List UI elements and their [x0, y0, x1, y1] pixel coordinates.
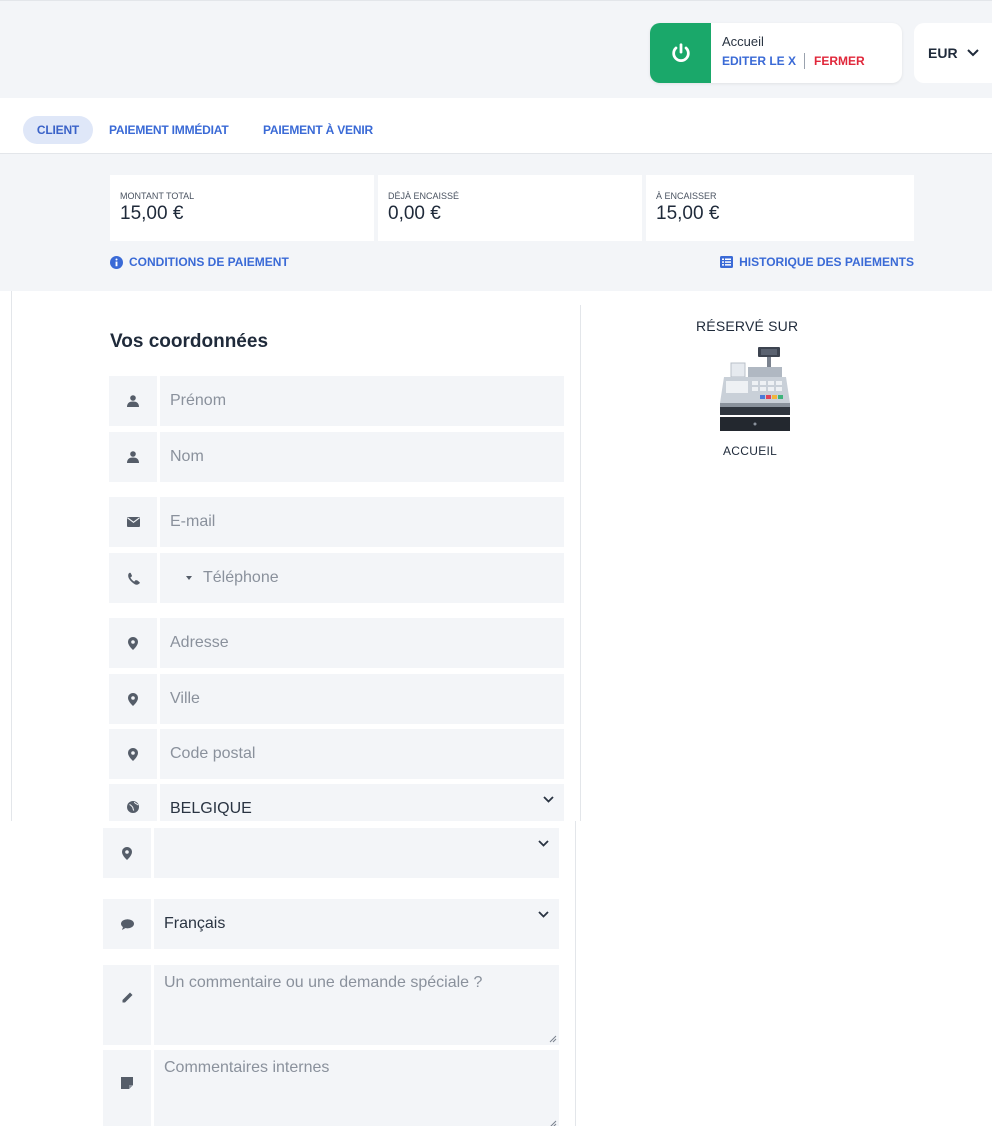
resize-grip-icon[interactable] — [549, 1120, 557, 1126]
sticky-note-icon — [103, 1050, 151, 1126]
currency-select[interactable]: EUR — [914, 23, 992, 83]
top-header: Accueil EDITER LE X FERMER EUR — [0, 0, 992, 98]
internal-comment-textarea[interactable]: Commentaires internes — [154, 1050, 559, 1126]
comment-textarea[interactable]: Un commentaire ou une demande spéciale ? — [154, 965, 559, 1045]
payment-summary: MONTANT TOTAL 15,00 € DÉJÀ ENCAISSÉ 0,00… — [0, 154, 992, 291]
city-input[interactable]: Ville — [160, 674, 564, 724]
resize-grip-icon[interactable] — [549, 1035, 557, 1043]
edit-x-link[interactable]: EDITER LE X — [722, 54, 796, 68]
phone-placeholder: Téléphone — [203, 569, 279, 586]
country-row: BELGIQUE — [109, 784, 564, 821]
due-amount-label: À ENCAISSER — [656, 191, 717, 201]
postal-code-row: Code postal — [109, 729, 564, 779]
due-amount-card: À ENCAISSER 15,00 € — [646, 175, 914, 241]
chevron-down-icon — [543, 796, 554, 803]
chevron-down-icon — [538, 911, 549, 918]
tab-client[interactable]: CLIENT — [23, 116, 93, 144]
payment-conditions-link[interactable]: CONDITIONS DE PAIEMENT — [110, 255, 289, 269]
divider — [580, 305, 581, 821]
language-row: Français — [103, 899, 559, 949]
language-value: Français — [164, 915, 226, 932]
phone-input[interactable]: Téléphone — [160, 553, 564, 603]
address-row: Adresse — [109, 618, 564, 668]
postal-code-input[interactable]: Code postal — [160, 729, 564, 779]
first-name-row: Prénom — [109, 376, 564, 426]
comment-placeholder: Un commentaire ou une demande spéciale ? — [164, 974, 483, 991]
phone-icon — [109, 553, 157, 603]
cash-register-icon — [720, 347, 790, 431]
internal-comment-row: Commentaires internes — [103, 1050, 559, 1126]
form-title: Vos coordonnées — [110, 331, 269, 352]
total-amount-card: MONTANT TOTAL 15,00 € — [110, 175, 374, 241]
total-amount-label: MONTANT TOTAL — [120, 191, 195, 201]
email-row: E-mail — [109, 497, 564, 547]
tab-upcoming-payment[interactable]: PAIEMENT À VENIR — [263, 116, 373, 144]
station-card: Accueil EDITER LE X FERMER — [650, 23, 902, 83]
user-icon — [109, 376, 157, 426]
user-icon — [109, 432, 157, 482]
map-marker-icon — [103, 828, 151, 878]
map-marker-icon — [109, 674, 157, 724]
payment-history-link[interactable]: HISTORIQUE DES PAIEMENTS — [720, 255, 914, 269]
pencil-icon — [103, 965, 151, 1045]
close-link[interactable]: FERMER — [814, 54, 865, 68]
tab-bar: CLIENT PAIEMENT IMMÉDIAT PAIEMENT À VENI… — [0, 98, 992, 154]
map-marker-icon — [109, 729, 157, 779]
due-amount-value: 15,00 € — [656, 203, 720, 224]
last-name-input[interactable]: Nom — [160, 432, 564, 482]
divider — [575, 821, 576, 1126]
paid-amount-card: DÉJÀ ENCAISSÉ 0,00 € — [378, 175, 642, 241]
envelope-icon — [109, 497, 157, 547]
chevron-down-icon — [538, 840, 549, 847]
city-row: Ville — [109, 674, 564, 724]
region-row — [103, 828, 559, 878]
language-select[interactable]: Français — [154, 899, 559, 949]
paid-amount-label: DÉJÀ ENCAISSÉ — [388, 191, 460, 201]
payment-conditions-label: CONDITIONS DE PAIEMENT — [129, 255, 289, 269]
globe-icon — [109, 784, 157, 821]
address-input[interactable]: Adresse — [160, 618, 564, 668]
power-icon — [671, 43, 690, 62]
power-button[interactable] — [650, 23, 711, 83]
region-select[interactable] — [154, 828, 559, 878]
reserved-place: ACCUEIL — [723, 444, 778, 458]
link-separator — [804, 53, 806, 69]
first-name-input[interactable]: Prénom — [160, 376, 564, 426]
tab-immediate-payment[interactable]: PAIEMENT IMMÉDIAT — [109, 116, 229, 144]
reserved-on-title: RÉSERVÉ SUR — [696, 318, 799, 334]
divider — [11, 291, 12, 821]
station-title: Accueil — [722, 34, 764, 49]
internal-comment-placeholder: Commentaires internes — [164, 1059, 330, 1076]
caret-down-icon[interactable] — [186, 576, 192, 580]
paid-amount-value: 0,00 € — [388, 203, 441, 224]
total-amount-value: 15,00 € — [120, 203, 184, 224]
country-value: BELGIQUE — [170, 800, 252, 817]
last-name-row: Nom — [109, 432, 564, 482]
phone-row: Téléphone — [109, 553, 564, 603]
country-select[interactable]: BELGIQUE — [160, 784, 564, 821]
speech-bubble-icon — [103, 899, 151, 949]
map-marker-icon — [109, 618, 157, 668]
email-input[interactable]: E-mail — [160, 497, 564, 547]
payment-history-label: HISTORIQUE DES PAIEMENTS — [739, 255, 914, 269]
info-icon — [110, 255, 123, 269]
currency-value: EUR — [928, 45, 958, 61]
chevron-down-icon — [966, 49, 979, 57]
list-icon — [720, 256, 734, 268]
comment-row: Un commentaire ou une demande spéciale ? — [103, 965, 559, 1045]
